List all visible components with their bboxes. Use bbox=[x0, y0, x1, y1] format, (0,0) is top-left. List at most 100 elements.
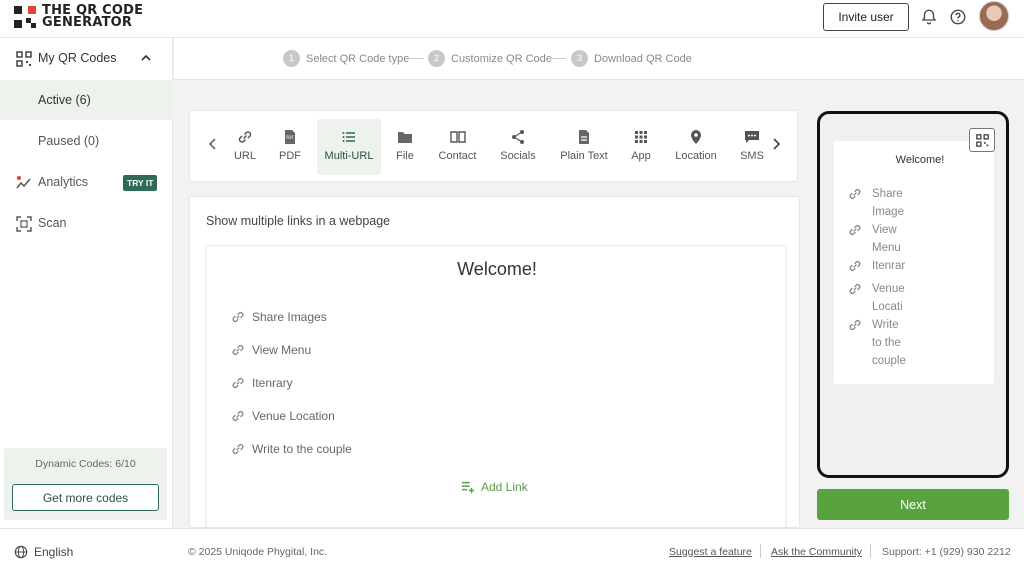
dynamic-codes-box: Dynamic Codes: 6/10 Get more codes bbox=[4, 448, 167, 520]
type-app[interactable]: App bbox=[626, 119, 656, 175]
sidebar-item-scan[interactable]: Scan bbox=[0, 203, 173, 243]
step-label: Download QR Code bbox=[594, 52, 692, 65]
analytics-icon bbox=[16, 176, 31, 189]
link-item[interactable]: View Menu bbox=[231, 343, 311, 357]
dynamic-codes-count: Dynamic Codes: 6/10 bbox=[35, 458, 136, 470]
type-label: Location bbox=[675, 150, 717, 162]
page-title[interactable]: Welcome! bbox=[207, 259, 787, 280]
support-phone: Support: +1 (929) 930 2212 bbox=[882, 546, 1011, 558]
step-1: 1 Select QR Code type bbox=[283, 50, 409, 67]
phone-preview: Welcome! Share Image View Menu Itenrar Ven… bbox=[817, 111, 1009, 478]
contact-book-icon bbox=[449, 131, 466, 143]
link-icon bbox=[232, 345, 244, 355]
language-selector[interactable]: English bbox=[14, 545, 73, 559]
link-icon bbox=[849, 189, 861, 199]
preview-link: View Menu bbox=[848, 221, 918, 257]
link-item[interactable]: Venue Location bbox=[231, 409, 335, 423]
type-multi-url[interactable]: Multi-URL bbox=[317, 119, 381, 175]
footer-divider bbox=[760, 544, 761, 558]
next-button[interactable]: Next bbox=[817, 489, 1009, 520]
list-icon bbox=[342, 132, 355, 142]
sidebar-item-label: Scan bbox=[38, 216, 67, 230]
link-icon bbox=[232, 411, 244, 421]
type-sms[interactable]: SMS bbox=[739, 119, 765, 175]
link-item[interactable]: Write to the couple bbox=[231, 442, 352, 456]
qr-type-selector: URL PDF PDF Multi-URL File Contact Socia… bbox=[189, 110, 798, 182]
sms-icon bbox=[745, 131, 759, 143]
link-page-editor: Welcome! Share Images View Menu Itenrary… bbox=[206, 245, 787, 527]
sidebar-item-paused[interactable]: Paused (0) bbox=[0, 121, 173, 161]
step-label: Customize QR Code bbox=[451, 52, 552, 65]
logo[interactable]: THE QR CODE GENERATOR bbox=[14, 4, 143, 29]
preview-card: Welcome! Share Image View Menu Itenrar Ven… bbox=[834, 141, 994, 384]
step-3: 3 Download QR Code bbox=[571, 50, 692, 67]
link-label: Share Images bbox=[252, 310, 327, 324]
sidebar-item-label: My QR Codes bbox=[38, 51, 117, 65]
step-2: 2 Customize QR Code bbox=[428, 50, 552, 67]
location-pin-icon bbox=[691, 130, 701, 144]
chevron-right-icon[interactable] bbox=[770, 137, 782, 151]
add-link-label: Add Link bbox=[481, 480, 528, 494]
link-label: Itenrary bbox=[252, 376, 293, 390]
add-list-icon bbox=[461, 481, 475, 494]
chevron-up-icon[interactable] bbox=[141, 54, 151, 62]
sidebar-item-active[interactable]: Active (6) bbox=[0, 80, 173, 120]
qr-code-icon bbox=[16, 51, 32, 67]
link-label: Write to the couple bbox=[252, 442, 352, 456]
suggest-feature-link[interactable]: Suggest a feature bbox=[669, 546, 752, 558]
link-item[interactable]: Itenrary bbox=[231, 376, 293, 390]
link-icon bbox=[232, 378, 244, 388]
type-label: Socials bbox=[500, 150, 536, 162]
bell-icon[interactable] bbox=[920, 8, 938, 26]
type-label: App bbox=[631, 150, 651, 162]
type-label: SMS bbox=[740, 150, 764, 162]
get-more-codes-button[interactable]: Get more codes bbox=[12, 484, 159, 511]
add-link-button[interactable]: Add Link bbox=[461, 480, 528, 494]
sidebar-item-my-qr-codes[interactable]: My QR Codes bbox=[0, 38, 173, 78]
help-icon[interactable] bbox=[949, 8, 967, 26]
type-plain-text[interactable]: Plain Text bbox=[558, 119, 610, 175]
type-label: URL bbox=[233, 150, 256, 162]
scan-icon bbox=[16, 216, 32, 232]
link-item[interactable]: Share Images bbox=[231, 310, 327, 324]
preview-link: Write to the couple bbox=[848, 316, 918, 370]
step-progress: 1 Select QR Code type 2 Customize QR Code … bbox=[174, 38, 1024, 80]
svg-text:PDF: PDF bbox=[286, 135, 294, 140]
language-label: English bbox=[34, 545, 74, 559]
type-url[interactable]: URL bbox=[230, 119, 260, 175]
type-label: Multi-URL bbox=[324, 150, 374, 162]
copyright: © 2025 Uniqode Phygital, Inc. bbox=[188, 546, 328, 558]
invite-user-button[interactable]: Invite user bbox=[823, 3, 909, 31]
type-label: PDF bbox=[279, 150, 301, 162]
sidebar-item-label: Analytics bbox=[38, 175, 89, 189]
footer-divider bbox=[870, 544, 871, 558]
type-socials[interactable]: Socials bbox=[498, 119, 538, 175]
link-icon bbox=[849, 225, 861, 235]
try-it-badge[interactable]: TRY IT bbox=[123, 175, 158, 191]
step-divider bbox=[548, 58, 566, 59]
globe-icon bbox=[14, 545, 28, 559]
multi-url-editor: Show multiple links in a webpage Welcome… bbox=[189, 196, 800, 528]
link-icon bbox=[232, 444, 244, 454]
type-pdf[interactable]: PDF PDF bbox=[275, 119, 305, 175]
preview-link: Itenrar bbox=[848, 257, 918, 275]
ask-community-link[interactable]: Ask the Community bbox=[771, 546, 862, 558]
type-location[interactable]: Location bbox=[672, 119, 720, 175]
chevron-left-icon[interactable] bbox=[207, 137, 219, 151]
type-file[interactable]: File bbox=[390, 119, 420, 175]
link-label: Venue Location bbox=[252, 409, 335, 423]
sidebar-item-label: Paused (0) bbox=[38, 134, 100, 148]
type-contact[interactable]: Contact bbox=[435, 119, 480, 175]
link-icon bbox=[849, 284, 861, 294]
folder-icon bbox=[398, 132, 412, 143]
pdf-icon: PDF bbox=[285, 130, 295, 144]
type-label: Plain Text bbox=[560, 150, 608, 162]
link-icon bbox=[232, 312, 244, 322]
qr-preview-toggle[interactable] bbox=[969, 128, 995, 152]
qr-code-icon bbox=[975, 133, 989, 147]
preview-title: Welcome! bbox=[895, 154, 945, 166]
footer: English © 2025 Uniqode Phygital, Inc. Su… bbox=[0, 528, 1024, 566]
top-bar: THE QR CODE GENERATOR Invite user bbox=[0, 0, 1024, 38]
avatar[interactable] bbox=[979, 1, 1009, 31]
sidebar-item-label: Active (6) bbox=[38, 93, 91, 107]
